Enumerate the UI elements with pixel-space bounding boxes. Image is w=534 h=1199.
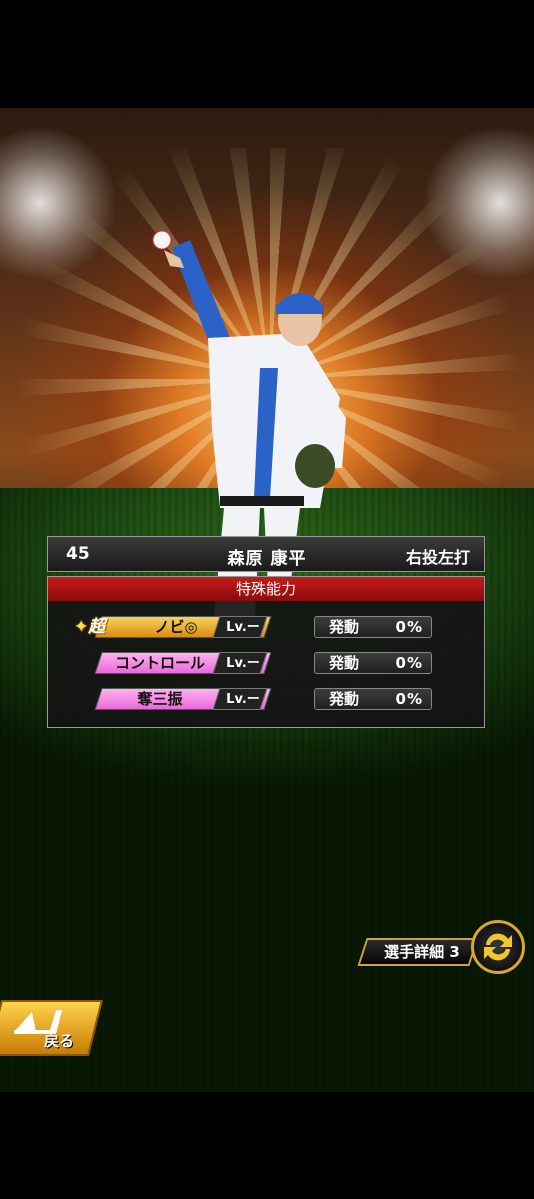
ability-row-nobi[interactable]: ✦超 ノビ◎ Lv.ー 発動 0% [48, 613, 484, 641]
ability-row-control[interactable]: コントロール Lv.ー 発動 0% [48, 649, 484, 677]
ability-row-dassanshin[interactable]: 奪三振 Lv.ー 発動 0% [48, 685, 484, 713]
ability-level: Lv.ー [226, 692, 260, 707]
super-badge: ✦超 [74, 617, 106, 637]
swap-icon[interactable] [471, 920, 525, 974]
effect-box: 発動 0% [314, 616, 432, 638]
effect-label: 発動 [329, 690, 360, 708]
effect-value: 0% [395, 654, 423, 672]
ability-level: Lv.ー [226, 620, 260, 635]
ability-name: 奪三振 [137, 690, 183, 708]
bottom-black-bar [0, 1092, 534, 1199]
player-name-panel: 45 森原 康平 右投左打 [47, 536, 485, 572]
effect-label: 発動 [329, 618, 360, 636]
ability-level: Lv.ー [226, 656, 260, 671]
special-ability-header: 特殊能力 [48, 577, 484, 601]
player-detail-label[interactable]: 選手詳細 3 [370, 939, 474, 965]
effect-box: 発動 0% [314, 688, 432, 710]
effect-box: 発動 0% [314, 652, 432, 674]
back-label[interactable]: 戻る [44, 1030, 74, 1051]
ability-name: コントロール [114, 654, 205, 672]
special-ability-panel: 特殊能力 ✦超 ノビ◎ Lv.ー 発動 0% コントロール Lv.ー 発動 0%… [47, 576, 485, 728]
effect-value: 0% [395, 690, 423, 708]
handedness: 右投左打 [405, 548, 470, 567]
sparkle-icon: ✦ [74, 617, 89, 637]
effect-label: 発動 [329, 654, 360, 672]
effect-value: 0% [395, 618, 423, 636]
top-black-bar [0, 0, 534, 108]
